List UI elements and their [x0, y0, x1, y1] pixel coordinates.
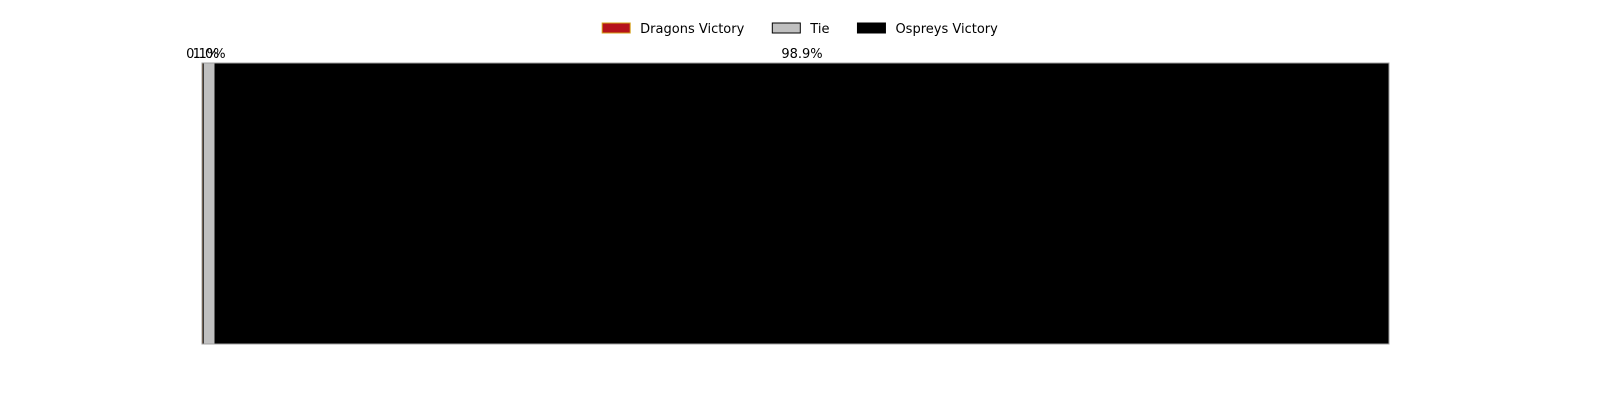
- data-label-tie: 1.0%: [193, 47, 226, 62]
- legend-label-dragons-victory: Dragons Victory: [640, 22, 744, 37]
- legend-swatch-ospreys-victory: [856, 22, 886, 34]
- legend-label-tie: Tie: [809, 22, 829, 37]
- legend: Dragons Victory Tie Ospreys Victory: [601, 22, 998, 37]
- legend-swatch-dragons-victory: [601, 22, 631, 34]
- bar-segment-ospreys-victory: [214, 62, 1390, 345]
- legend-item-tie: Tie: [771, 22, 829, 37]
- bar-segment-tie: [202, 62, 216, 345]
- legend-swatch-tie: [771, 22, 801, 34]
- data-labels: 0.1%1.0% 98.9%: [186, 47, 823, 62]
- legend-label-ospreys-victory: Ospreys Victory: [895, 22, 998, 37]
- stacked-bar-chart: Dragons Victory Tie Ospreys Victory 0.1%1.…: [186, 22, 1390, 345]
- legend-item-ospreys-victory: Ospreys Victory: [856, 22, 998, 37]
- chart: Dragons Victory Tie Ospreys Victory 0.1% 1.…: [0, 0, 1600, 400]
- bars: [201, 62, 1390, 345]
- legend-item-dragons-victory: Dragons Victory: [601, 22, 745, 37]
- data-label-ospreys-victory: 98.9%: [781, 47, 822, 62]
